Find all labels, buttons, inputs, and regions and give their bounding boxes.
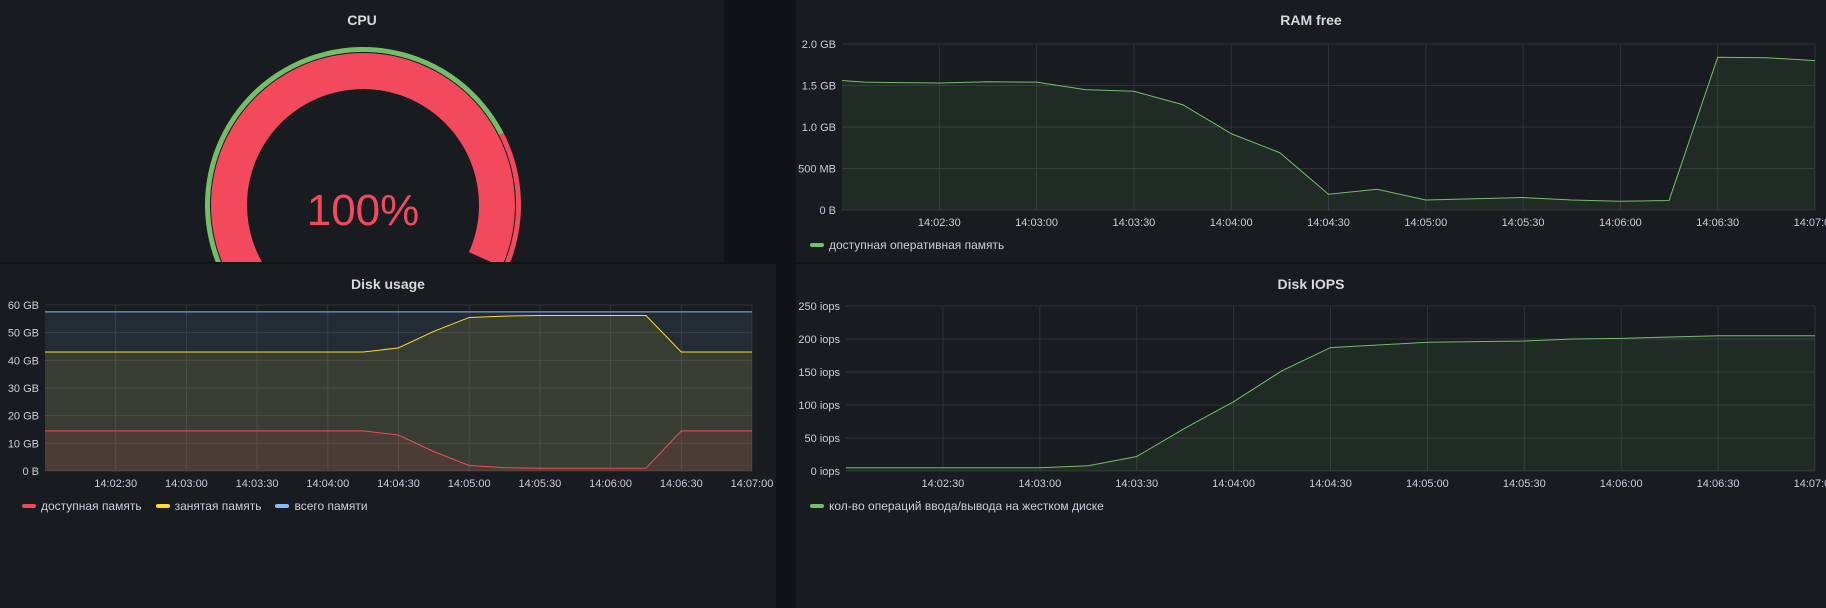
x-tick-label: 14:05:00	[1406, 478, 1449, 490]
y-tick-label: 2.0 GB	[802, 39, 836, 51]
y-tick-label: 50 iops	[805, 433, 841, 445]
legend-label: кол-во операций ввода/вывода на жестком …	[829, 499, 1104, 513]
series-area	[846, 335, 1815, 471]
y-tick-label: 10 GB	[8, 438, 39, 450]
y-tick-label: 60 GB	[8, 300, 39, 312]
y-tick-label: 0 B	[22, 466, 39, 478]
legend-swatch	[810, 504, 824, 508]
x-tick-label: 14:04:00	[1212, 478, 1255, 490]
y-tick-label: 1.5 GB	[802, 81, 836, 93]
x-tick-label: 14:03:00	[1018, 478, 1061, 490]
y-tick-label: 0 B	[819, 205, 836, 217]
x-tick-label: 14:05:30	[518, 478, 561, 490]
y-tick-label: 500 MB	[798, 164, 836, 176]
x-tick-label: 14:05:30	[1502, 217, 1545, 229]
x-tick-label: 14:06:00	[589, 478, 632, 490]
y-tick-label: 250 iops	[798, 301, 840, 313]
x-tick-label: 14:05:30	[1503, 478, 1546, 490]
legend-swatch	[22, 504, 36, 508]
x-tick-label: 14:05:00	[448, 478, 491, 490]
x-tick-label: 14:04:00	[1210, 217, 1253, 229]
x-tick-label: 14:02:30	[921, 478, 964, 490]
iops-legend: кол-во операций ввода/вывода на жестком …	[810, 499, 1104, 513]
iops-panel: Disk IOPS 0 iops 50 iops 100 iops 150 iops 2…	[796, 264, 1826, 608]
x-tick-label: 14:04:30	[377, 478, 420, 490]
legend-item[interactable]: занятая память	[155, 499, 262, 513]
cpu-gauge: 100%	[205, 47, 521, 262]
cpu-panel: CPU 100%	[0, 0, 724, 262]
x-tick-label: 14:03:00	[165, 478, 208, 490]
x-tick-label: 14:04:30	[1307, 217, 1350, 229]
legend-swatch	[275, 504, 290, 508]
y-tick-label: 0 iops	[811, 466, 841, 478]
legend-label: всего памяти	[294, 499, 368, 513]
x-tick-label: 14:03:30	[1115, 478, 1158, 490]
y-tick-label: 100 iops	[798, 400, 840, 412]
x-tick-label: 14:06:00	[1599, 217, 1642, 229]
legend-item[interactable]: всего памяти	[275, 499, 368, 513]
y-tick-label: 1.0 GB	[802, 122, 836, 134]
disk-chart[interactable]: 0 B 10 GB 20 GB 30 GB 40 GB 50 GB 60 GB 14:02:3…	[0, 264, 776, 608]
x-tick-label: 14:06:00	[1600, 478, 1643, 490]
y-tick-label: 200 iops	[798, 334, 840, 346]
y-tick-label: 30 GB	[8, 383, 39, 395]
x-tick-label: 14:03:30	[236, 478, 279, 490]
legend-label: доступная оперативная память	[829, 238, 1005, 252]
x-tick-label: 14:06:30	[660, 478, 703, 490]
legend-label: доступная память	[41, 499, 142, 513]
x-tick-label: 14:06:30	[1697, 478, 1740, 490]
x-tick-label: 14:06:30	[1696, 217, 1739, 229]
x-tick-label: 14:04:00	[306, 478, 349, 490]
legend-item[interactable]: доступная память	[22, 499, 142, 513]
legend-swatch	[155, 504, 170, 508]
x-tick-label: 14:07:00	[1794, 478, 1826, 490]
x-tick-label: 14:03:30	[1112, 217, 1155, 229]
y-tick-label: 150 iops	[798, 367, 840, 379]
x-tick-label: 14:03:00	[1015, 217, 1058, 229]
x-tick-label: 14:05:00	[1404, 217, 1447, 229]
x-tick-label: 14:07:00	[731, 478, 774, 490]
legend-item[interactable]: доступная оперативная память	[810, 238, 1004, 252]
disk-panel: Disk usage 0 B 10 GB 20 GB 30 GB 40 GB 50 GB 6…	[0, 264, 776, 608]
x-tick-label: 14:04:30	[1309, 478, 1352, 490]
legend-label: занятая память	[174, 499, 262, 513]
y-tick-label: 40 GB	[8, 355, 39, 367]
ram-panel: RAM free 0 B 500 MB 1.0 GB 1.5 GB 2.0 GB 14:0…	[796, 0, 1826, 262]
iops-chart[interactable]: 0 iops 50 iops 100 iops 150 iops 200 iops 250…	[796, 264, 1826, 608]
disk-legend: доступная память занятая память всего па…	[22, 499, 368, 513]
x-tick-label: 14:07:00	[1794, 217, 1826, 229]
ram-legend: доступная оперативная память	[810, 238, 1004, 252]
gauge-value-text: 100%	[307, 186, 420, 235]
y-tick-label: 50 GB	[8, 328, 39, 340]
y-tick-label: 20 GB	[8, 411, 39, 423]
x-tick-label: 14:02:30	[918, 217, 961, 229]
legend-item[interactable]: кол-во операций ввода/вывода на жестком …	[810, 499, 1104, 513]
ram-chart[interactable]: 0 B 500 MB 1.0 GB 1.5 GB 2.0 GB 14:02:30 14:03…	[796, 0, 1826, 262]
legend-swatch	[810, 243, 824, 247]
x-tick-label: 14:02:30	[94, 478, 137, 490]
